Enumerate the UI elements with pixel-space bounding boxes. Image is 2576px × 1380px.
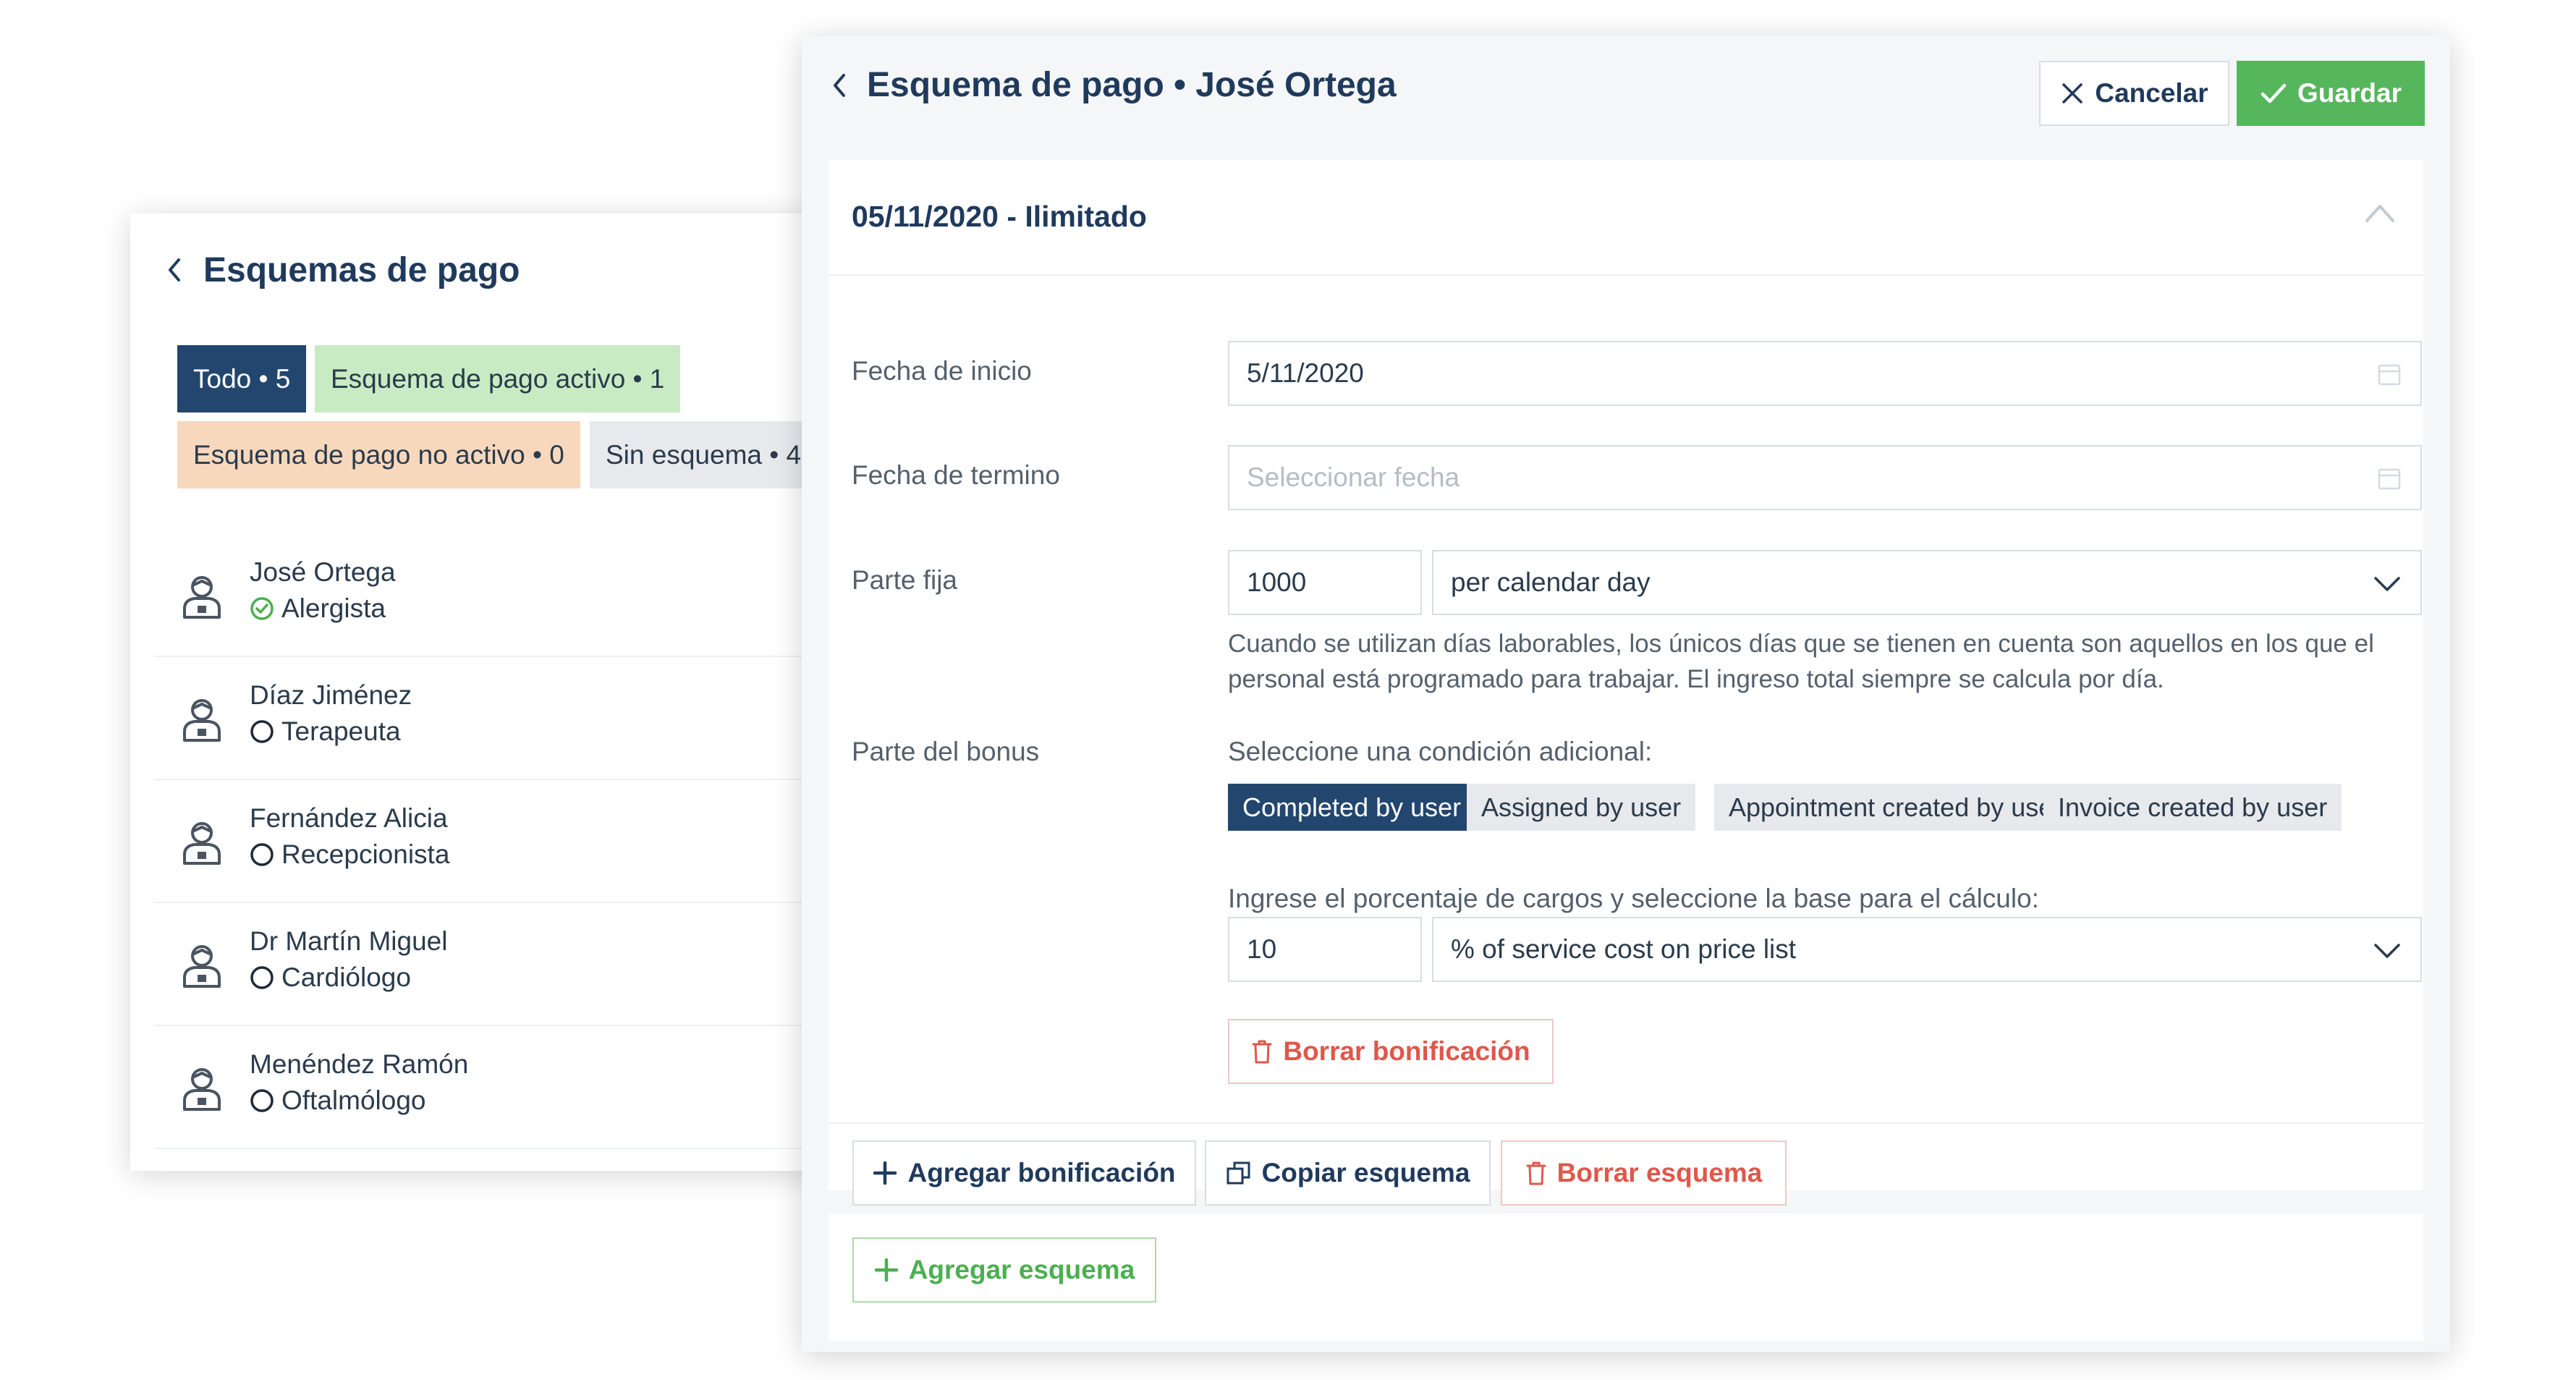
- plus-icon: [874, 1258, 898, 1282]
- fixed-period-select[interactable]: per calendar day: [1432, 550, 2422, 615]
- copy-scheme-label: Copiar esquema: [1261, 1158, 1470, 1188]
- add-bonus-button[interactable]: Agregar bonificación: [852, 1140, 1196, 1206]
- staff-role-line: Terapeuta: [250, 716, 401, 747]
- save-button[interactable]: Guardar: [2237, 61, 2425, 126]
- chevron-up-icon[interactable]: [2364, 202, 2396, 224]
- user-icon: [183, 822, 221, 865]
- staff-role: Alergista: [281, 593, 386, 623]
- delete-scheme-button[interactable]: Borrar esquema: [1501, 1140, 1787, 1206]
- staff-name: José Ortega: [250, 557, 396, 587]
- list-item[interactable]: Díaz Jiménez Terapeuta: [154, 657, 854, 780]
- page-title: Esquema de pago • José Ortega: [867, 66, 1397, 104]
- staff-role-line: Alergista: [250, 593, 386, 624]
- staff-role: Cardiólogo: [281, 962, 411, 992]
- staff-role: Terapeuta: [281, 716, 401, 746]
- payment-schemes-list-panel: Esquemas de pago Todo • 5 Esquema de pag…: [130, 213, 854, 1171]
- cancel-button[interactable]: Cancelar: [2039, 61, 2229, 126]
- percent-prompt: Ingrese el porcentaje de cargos y selecc…: [1228, 884, 2039, 913]
- calendar-icon: [2378, 364, 2401, 386]
- condition-chip-assigned[interactable]: Assigned by user: [1467, 784, 1696, 831]
- empty-circle-icon: [250, 720, 274, 743]
- filter-chip-no-scheme[interactable]: Sin esquema • 4: [590, 421, 818, 488]
- user-icon: [183, 576, 221, 619]
- percent-input[interactable]: 10: [1228, 917, 1422, 982]
- staff-role: Recepcionista: [281, 839, 450, 869]
- trash-icon: [1252, 1040, 1272, 1064]
- percent-base-select[interactable]: % of service cost on price list: [1432, 917, 2422, 982]
- user-icon: [183, 945, 221, 988]
- cancel-button-label: Cancelar: [2095, 78, 2208, 108]
- user-icon: [183, 1068, 221, 1111]
- filter-chip-active[interactable]: Esquema de pago activo • 1: [315, 345, 681, 412]
- scheme-period-title: 05/11/2020 - Ilimitado: [852, 200, 1147, 233]
- trash-icon: [1526, 1161, 1546, 1185]
- condition-chip-completed[interactable]: Completed by user: [1228, 784, 1476, 831]
- chevron-down-icon: [2374, 944, 2400, 958]
- fixed-amount-input[interactable]: 1000: [1228, 550, 1422, 615]
- save-button-label: Guardar: [2297, 78, 2402, 108]
- empty-circle-icon: [250, 1089, 274, 1112]
- condition-prompt: Seleccione una condición adicional:: [1228, 737, 1653, 766]
- filter-chip-inactive[interactable]: Esquema de pago no activo • 0: [177, 421, 580, 488]
- fixed-amount-value: 1000: [1247, 567, 1307, 597]
- start-date-value: 5/11/2020: [1247, 358, 1364, 388]
- close-icon: [2062, 83, 2083, 103]
- delete-bonus-button[interactable]: Borrar bonificación: [1228, 1019, 1554, 1084]
- condition-chip-appointment-created[interactable]: Appointment created by user: [1714, 784, 2077, 831]
- scheme-card: 05/11/2020 - Ilimitado Fecha de inicio 5…: [829, 160, 2423, 1206]
- staff-role-line: Cardiólogo: [250, 962, 411, 993]
- empty-circle-icon: [250, 843, 274, 866]
- bonus-part-label: Parte del bonus: [852, 737, 1040, 766]
- staff-name: Fernández Alicia: [250, 803, 448, 833]
- end-date-placeholder: Seleccionar fecha: [1247, 462, 1460, 492]
- list-item[interactable]: Menéndez Ramón Oftalmólogo: [154, 1026, 854, 1149]
- fixed-period-value: per calendar day: [1451, 567, 1651, 597]
- end-date-label: Fecha de termino: [852, 460, 1060, 490]
- percent-base-value: % of service cost on price list: [1451, 934, 1797, 964]
- editor-header: Esquema de pago • José Ortega: [831, 65, 1397, 105]
- scheme-card-header[interactable]: 05/11/2020 - Ilimitado: [829, 160, 2423, 276]
- list-item[interactable]: José Ortega Alergista: [154, 534, 854, 657]
- check-icon: [2261, 83, 2287, 103]
- payment-scheme-editor-panel: Esquema de pago • José Ortega Cancelar G…: [802, 36, 2450, 1352]
- add-scheme-card: Agregar esquema: [829, 1214, 2423, 1341]
- add-bonus-label: Agregar bonificación: [907, 1158, 1176, 1188]
- chevron-down-icon: [2374, 577, 2400, 591]
- calendar-icon: [2378, 468, 2401, 490]
- copy-icon: [1226, 1161, 1250, 1185]
- start-date-input[interactable]: 5/11/2020: [1228, 341, 2422, 406]
- back-chevron-icon[interactable]: [161, 257, 187, 283]
- check-circle-icon: [250, 597, 274, 620]
- delete-bonus-label: Borrar bonificación: [1283, 1036, 1530, 1066]
- staff-role-line: Recepcionista: [250, 839, 449, 870]
- filter-chip-all[interactable]: Todo • 5: [177, 345, 307, 412]
- empty-circle-icon: [250, 966, 274, 989]
- fixed-part-label: Parte fija: [852, 565, 958, 595]
- end-date-input[interactable]: Seleccionar fecha: [1228, 445, 2422, 510]
- staff-name: Dr Martín Miguel: [250, 926, 448, 956]
- list-item[interactable]: Fernández Alicia Recepcionista: [154, 780, 854, 903]
- back-chevron-icon[interactable]: [831, 71, 852, 100]
- staff-role: Oftalmólogo: [281, 1085, 426, 1115]
- staff-name: Menéndez Ramón: [250, 1049, 469, 1079]
- staff-role-line: Oftalmólogo: [250, 1085, 426, 1116]
- staff-list: José Ortega Alergista Díaz Jiménez Terap…: [154, 534, 854, 1149]
- delete-scheme-label: Borrar esquema: [1556, 1158, 1763, 1188]
- user-icon: [183, 699, 221, 742]
- copy-scheme-button[interactable]: Copiar esquema: [1205, 1140, 1491, 1206]
- list-item[interactable]: Dr Martín Miguel Cardiólogo: [154, 903, 854, 1026]
- list-header: Esquemas de pago: [161, 234, 520, 306]
- add-scheme-button[interactable]: Agregar esquema: [852, 1237, 1156, 1303]
- add-scheme-label: Agregar esquema: [908, 1255, 1135, 1284]
- start-date-label: Fecha de inicio: [852, 356, 1032, 386]
- fixed-part-help-text: Cuando se utilizan días laborables, los …: [1228, 630, 2374, 693]
- percent-value: 10: [1247, 934, 1277, 964]
- plus-icon: [873, 1161, 897, 1185]
- list-title: Esquemas de pago: [203, 250, 520, 289]
- staff-name: Díaz Jiménez: [250, 680, 412, 710]
- divider: [829, 1122, 2423, 1124]
- condition-chip-invoice-created[interactable]: Invoice created by user: [2043, 784, 2342, 831]
